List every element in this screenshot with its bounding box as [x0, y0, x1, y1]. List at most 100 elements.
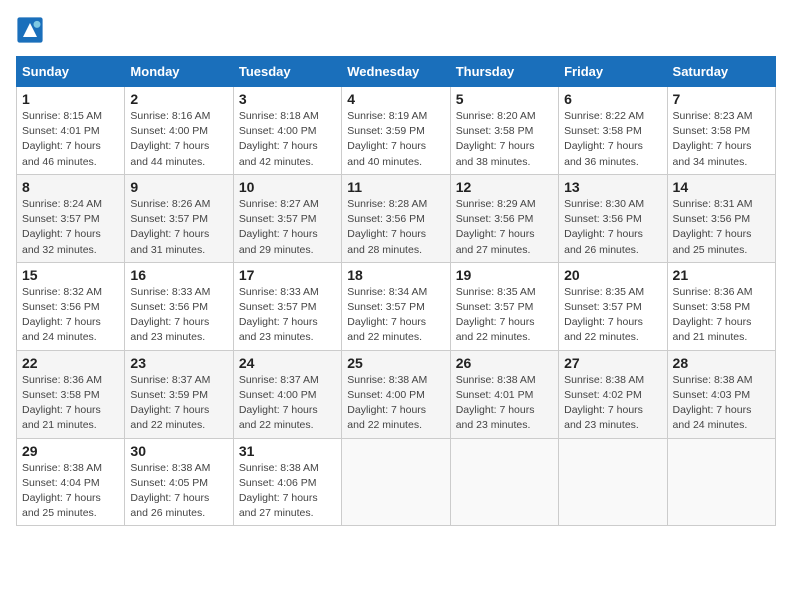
calendar-cell: 27 Sunrise: 8:38 AMSunset: 4:02 PMDaylig…: [559, 350, 667, 438]
calendar-cell: [342, 438, 450, 526]
day-number: 14: [673, 179, 770, 195]
day-detail: Sunrise: 8:20 AMSunset: 3:58 PMDaylight:…: [456, 110, 536, 168]
day-number: 5: [456, 91, 553, 107]
col-header-saturday: Saturday: [667, 57, 775, 87]
calendar-cell: 5 Sunrise: 8:20 AMSunset: 3:58 PMDayligh…: [450, 87, 558, 175]
day-number: 16: [130, 267, 227, 283]
day-detail: Sunrise: 8:38 AMSunset: 4:04 PMDaylight:…: [22, 462, 102, 520]
calendar-cell: 15 Sunrise: 8:32 AMSunset: 3:56 PMDaylig…: [17, 262, 125, 350]
day-detail: Sunrise: 8:35 AMSunset: 3:57 PMDaylight:…: [456, 286, 536, 344]
day-detail: Sunrise: 8:38 AMSunset: 4:02 PMDaylight:…: [564, 374, 644, 432]
day-detail: Sunrise: 8:15 AMSunset: 4:01 PMDaylight:…: [22, 110, 102, 168]
day-number: 30: [130, 443, 227, 459]
day-number: 28: [673, 355, 770, 371]
calendar-cell: 23 Sunrise: 8:37 AMSunset: 3:59 PMDaylig…: [125, 350, 233, 438]
day-detail: Sunrise: 8:26 AMSunset: 3:57 PMDaylight:…: [130, 198, 210, 256]
day-detail: Sunrise: 8:35 AMSunset: 3:57 PMDaylight:…: [564, 286, 644, 344]
day-number: 11: [347, 179, 444, 195]
day-detail: Sunrise: 8:38 AMSunset: 4:03 PMDaylight:…: [673, 374, 753, 432]
calendar-cell: [450, 438, 558, 526]
week-row-3: 15 Sunrise: 8:32 AMSunset: 3:56 PMDaylig…: [17, 262, 776, 350]
day-detail: Sunrise: 8:36 AMSunset: 3:58 PMDaylight:…: [22, 374, 102, 432]
calendar-cell: 18 Sunrise: 8:34 AMSunset: 3:57 PMDaylig…: [342, 262, 450, 350]
day-detail: Sunrise: 8:31 AMSunset: 3:56 PMDaylight:…: [673, 198, 753, 256]
day-number: 9: [130, 179, 227, 195]
day-number: 3: [239, 91, 336, 107]
day-number: 19: [456, 267, 553, 283]
calendar-cell: 14 Sunrise: 8:31 AMSunset: 3:56 PMDaylig…: [667, 174, 775, 262]
day-number: 21: [673, 267, 770, 283]
calendar-cell: 6 Sunrise: 8:22 AMSunset: 3:58 PMDayligh…: [559, 87, 667, 175]
calendar-cell: 21 Sunrise: 8:36 AMSunset: 3:58 PMDaylig…: [667, 262, 775, 350]
calendar-cell: 11 Sunrise: 8:28 AMSunset: 3:56 PMDaylig…: [342, 174, 450, 262]
calendar-cell: [559, 438, 667, 526]
day-detail: Sunrise: 8:37 AMSunset: 4:00 PMDaylight:…: [239, 374, 319, 432]
day-detail: Sunrise: 8:19 AMSunset: 3:59 PMDaylight:…: [347, 110, 427, 168]
col-header-monday: Monday: [125, 57, 233, 87]
day-detail: Sunrise: 8:38 AMSunset: 4:06 PMDaylight:…: [239, 462, 319, 520]
day-detail: Sunrise: 8:18 AMSunset: 4:00 PMDaylight:…: [239, 110, 319, 168]
day-detail: Sunrise: 8:27 AMSunset: 3:57 PMDaylight:…: [239, 198, 319, 256]
day-detail: Sunrise: 8:38 AMSunset: 4:05 PMDaylight:…: [130, 462, 210, 520]
day-detail: Sunrise: 8:30 AMSunset: 3:56 PMDaylight:…: [564, 198, 644, 256]
calendar-cell: 19 Sunrise: 8:35 AMSunset: 3:57 PMDaylig…: [450, 262, 558, 350]
day-number: 31: [239, 443, 336, 459]
col-header-wednesday: Wednesday: [342, 57, 450, 87]
day-detail: Sunrise: 8:22 AMSunset: 3:58 PMDaylight:…: [564, 110, 644, 168]
calendar-cell: 22 Sunrise: 8:36 AMSunset: 3:58 PMDaylig…: [17, 350, 125, 438]
day-number: 15: [22, 267, 119, 283]
col-header-tuesday: Tuesday: [233, 57, 341, 87]
week-row-1: 1 Sunrise: 8:15 AMSunset: 4:01 PMDayligh…: [17, 87, 776, 175]
calendar-cell: 8 Sunrise: 8:24 AMSunset: 3:57 PMDayligh…: [17, 174, 125, 262]
day-number: 26: [456, 355, 553, 371]
week-row-5: 29 Sunrise: 8:38 AMSunset: 4:04 PMDaylig…: [17, 438, 776, 526]
logo: [16, 16, 48, 44]
calendar-cell: 4 Sunrise: 8:19 AMSunset: 3:59 PMDayligh…: [342, 87, 450, 175]
day-detail: Sunrise: 8:16 AMSunset: 4:00 PMDaylight:…: [130, 110, 210, 168]
logo-icon: [16, 16, 44, 44]
day-detail: Sunrise: 8:37 AMSunset: 3:59 PMDaylight:…: [130, 374, 210, 432]
calendar-cell: 29 Sunrise: 8:38 AMSunset: 4:04 PMDaylig…: [17, 438, 125, 526]
calendar-table: SundayMondayTuesdayWednesdayThursdayFrid…: [16, 56, 776, 526]
day-detail: Sunrise: 8:33 AMSunset: 3:57 PMDaylight:…: [239, 286, 319, 344]
day-detail: Sunrise: 8:23 AMSunset: 3:58 PMDaylight:…: [673, 110, 753, 168]
day-number: 23: [130, 355, 227, 371]
calendar-cell: 26 Sunrise: 8:38 AMSunset: 4:01 PMDaylig…: [450, 350, 558, 438]
day-number: 13: [564, 179, 661, 195]
day-detail: Sunrise: 8:29 AMSunset: 3:56 PMDaylight:…: [456, 198, 536, 256]
calendar-cell: 28 Sunrise: 8:38 AMSunset: 4:03 PMDaylig…: [667, 350, 775, 438]
day-number: 25: [347, 355, 444, 371]
day-number: 20: [564, 267, 661, 283]
calendar-cell: [667, 438, 775, 526]
day-detail: Sunrise: 8:34 AMSunset: 3:57 PMDaylight:…: [347, 286, 427, 344]
day-detail: Sunrise: 8:36 AMSunset: 3:58 PMDaylight:…: [673, 286, 753, 344]
day-number: 7: [673, 91, 770, 107]
col-header-friday: Friday: [559, 57, 667, 87]
calendar-cell: 30 Sunrise: 8:38 AMSunset: 4:05 PMDaylig…: [125, 438, 233, 526]
day-detail: Sunrise: 8:24 AMSunset: 3:57 PMDaylight:…: [22, 198, 102, 256]
day-detail: Sunrise: 8:38 AMSunset: 4:01 PMDaylight:…: [456, 374, 536, 432]
day-number: 1: [22, 91, 119, 107]
day-number: 29: [22, 443, 119, 459]
week-row-2: 8 Sunrise: 8:24 AMSunset: 3:57 PMDayligh…: [17, 174, 776, 262]
calendar-cell: 13 Sunrise: 8:30 AMSunset: 3:56 PMDaylig…: [559, 174, 667, 262]
day-number: 2: [130, 91, 227, 107]
day-number: 12: [456, 179, 553, 195]
day-number: 4: [347, 91, 444, 107]
calendar-cell: 31 Sunrise: 8:38 AMSunset: 4:06 PMDaylig…: [233, 438, 341, 526]
day-number: 17: [239, 267, 336, 283]
day-detail: Sunrise: 8:28 AMSunset: 3:56 PMDaylight:…: [347, 198, 427, 256]
calendar-cell: 9 Sunrise: 8:26 AMSunset: 3:57 PMDayligh…: [125, 174, 233, 262]
col-header-sunday: Sunday: [17, 57, 125, 87]
day-number: 27: [564, 355, 661, 371]
day-number: 22: [22, 355, 119, 371]
calendar-cell: 2 Sunrise: 8:16 AMSunset: 4:00 PMDayligh…: [125, 87, 233, 175]
calendar-cell: 24 Sunrise: 8:37 AMSunset: 4:00 PMDaylig…: [233, 350, 341, 438]
week-row-4: 22 Sunrise: 8:36 AMSunset: 3:58 PMDaylig…: [17, 350, 776, 438]
day-detail: Sunrise: 8:38 AMSunset: 4:00 PMDaylight:…: [347, 374, 427, 432]
calendar-cell: 12 Sunrise: 8:29 AMSunset: 3:56 PMDaylig…: [450, 174, 558, 262]
day-detail: Sunrise: 8:32 AMSunset: 3:56 PMDaylight:…: [22, 286, 102, 344]
day-number: 6: [564, 91, 661, 107]
col-header-thursday: Thursday: [450, 57, 558, 87]
day-number: 24: [239, 355, 336, 371]
